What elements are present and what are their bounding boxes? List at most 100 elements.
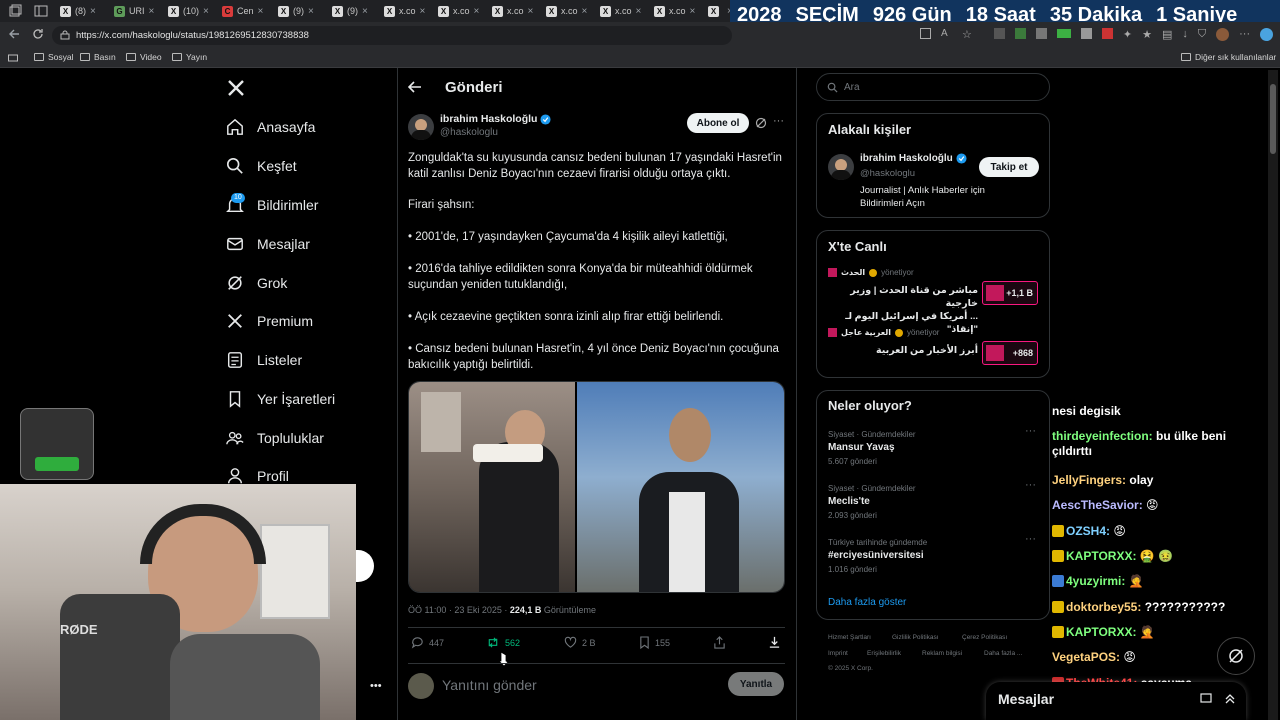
more-options-icon[interactable]: ••• <box>370 680 382 692</box>
extension-icon[interactable] <box>1014 28 1026 39</box>
browser-tab[interactable]: Xx.co × <box>596 2 645 20</box>
extension-icon[interactable] <box>1080 28 1092 39</box>
grok-icon[interactable] <box>755 117 767 129</box>
url-bar[interactable]: https://x.com/haskologlu/status/19812695… <box>52 26 732 45</box>
download-action[interactable] <box>768 636 781 649</box>
like-action[interactable]: 2 B <box>564 636 596 649</box>
browser-tab[interactable]: X (9) × <box>328 2 372 20</box>
close-tab-icon[interactable]: × <box>420 6 426 17</box>
live-listeners-chip[interactable]: +1,1 B <box>982 281 1038 305</box>
favorites-icon[interactable]: ★ <box>1142 28 1152 41</box>
avatar[interactable] <box>1216 28 1230 41</box>
bookmark-folder[interactable]: Sosyal <box>34 52 74 62</box>
messages-drawer[interactable]: Mesajlar <box>986 682 1246 720</box>
nav-item[interactable]: Yer İşaretleri <box>226 386 335 412</box>
browser-tab[interactable]: Xx.co × <box>488 2 537 20</box>
trend-more-icon[interactable]: ··· <box>1025 425 1036 437</box>
extension-icon[interactable] <box>1035 28 1047 39</box>
post-media[interactable] <box>408 381 785 593</box>
menu-icon[interactable]: ··· <box>1239 28 1250 41</box>
trend-more-icon[interactable]: ··· <box>1025 533 1036 545</box>
tab-actions-icon[interactable] <box>8 4 22 18</box>
subscribe-button[interactable]: Abone ol <box>687 113 749 133</box>
bookmark-action[interactable]: 155 <box>639 636 670 649</box>
puzzle-icon[interactable]: ✦ <box>1123 28 1132 41</box>
search-input[interactable]: Ara <box>816 73 1050 101</box>
repost-action[interactable]: 562 <box>486 636 520 649</box>
browser-tab[interactable]: X (9) × <box>274 2 318 20</box>
apps-icon[interactable] <box>920 28 931 39</box>
reply-input[interactable]: Yanıtını gönder <box>442 677 537 693</box>
compose-message-icon[interactable] <box>1200 692 1212 704</box>
close-tab-icon[interactable]: × <box>362 6 368 17</box>
browser-tab[interactable]: Xx.co × <box>380 2 429 20</box>
other-bookmarks[interactable]: Diğer sık kullanılanlar <box>1181 52 1276 62</box>
star-icon[interactable]: ☆ <box>962 28 972 41</box>
nav-item[interactable]: Topluluklar <box>226 425 324 451</box>
nav-item[interactable]: Grok <box>226 270 287 296</box>
collections-icon[interactable]: ▤ <box>1162 28 1172 41</box>
browser-tab[interactable]: G URI × <box>110 2 158 20</box>
live-host-row[interactable]: العربية عاجل yönetiyor <box>828 328 939 337</box>
close-tab-icon[interactable]: × <box>258 6 264 17</box>
nav-item[interactable]: 10 Bildirimler <box>226 192 318 218</box>
vertical-tabs-icon[interactable] <box>34 4 48 18</box>
nav-item[interactable]: Premium <box>226 308 313 334</box>
nav-item[interactable]: Anasayfa <box>226 114 315 140</box>
browser-tab[interactable]: X (10) × <box>164 2 213 20</box>
author-avatar[interactable] <box>408 114 434 140</box>
close-tab-icon[interactable]: × <box>474 6 480 17</box>
author-name-row[interactable]: ibrahim Haskoloğlu <box>440 113 551 125</box>
downloads-icon[interactable]: ↓ <box>1182 28 1188 41</box>
back-icon[interactable] <box>8 28 20 40</box>
live-host-row[interactable]: الحدث yönetiyor <box>828 268 914 277</box>
footer-link[interactable]: Erişilebilirlik <box>867 650 901 657</box>
page-scrollbar[interactable] <box>1268 70 1278 720</box>
grok-float-button[interactable] <box>1217 637 1255 675</box>
browser-tab[interactable]: Xx.co × <box>542 2 591 20</box>
browser-tab[interactable]: Xx.co × <box>650 2 699 20</box>
copilot-icon[interactable] <box>1260 28 1274 41</box>
footer-link[interactable]: Hizmet Şartları <box>828 634 871 641</box>
post-timestamp[interactable]: ÖÖ 11:00 · 23 Eki 2025 · <box>408 605 510 615</box>
reply-button[interactable]: Yanıtla <box>728 672 784 696</box>
footer-link[interactable]: Reklam bilgisi <box>922 650 962 657</box>
show-more-link[interactable]: Daha fazla göster <box>828 597 906 608</box>
footer-link[interactable]: Daha fazla ... <box>984 650 1022 657</box>
related-avatar[interactable] <box>828 154 854 180</box>
chevron-up-icon[interactable] <box>1224 692 1236 704</box>
extension-icon[interactable] <box>1056 29 1071 38</box>
live-description[interactable]: أبرز الأخبار من العربية <box>828 344 978 357</box>
trend-name[interactable]: Mansur Yavaş <box>828 442 895 453</box>
footer-link[interactable]: Çerez Politikası <box>962 634 1007 641</box>
post-more-icon[interactable]: ··· <box>773 115 784 127</box>
close-tab-icon[interactable]: × <box>582 6 588 17</box>
footer-link[interactable]: Gizlilik Politikası <box>892 634 939 641</box>
close-tab-icon[interactable]: × <box>203 6 209 17</box>
reload-icon[interactable] <box>32 28 44 40</box>
bookmark-folder[interactable]: Video <box>126 52 162 62</box>
bookmark-folder[interactable]: Yayın <box>172 52 207 62</box>
nav-item[interactable]: Mesajlar <box>226 231 310 257</box>
post-photo-right[interactable] <box>577 382 784 592</box>
back-arrow-icon[interactable] <box>408 81 422 93</box>
reply-action[interactable]: 447 <box>411 636 444 649</box>
close-tab-icon[interactable]: × <box>308 6 314 17</box>
bookmarks-icon[interactable] <box>8 53 18 63</box>
follow-button[interactable]: Takip et <box>979 157 1039 177</box>
footer-link[interactable]: Imprint <box>828 650 848 657</box>
site-info-icon[interactable] <box>60 30 70 40</box>
browser-tab[interactable]: Xx.co × <box>434 2 483 20</box>
extension-icon[interactable] <box>993 28 1005 39</box>
share-action[interactable] <box>713 636 726 649</box>
x-logo-icon[interactable] <box>226 78 246 98</box>
live-listeners-chip[interactable]: +868 <box>982 341 1038 365</box>
trend-name[interactable]: #erciyesüniversitesi <box>828 550 924 561</box>
close-tab-icon[interactable]: × <box>690 6 696 17</box>
bookmark-folder[interactable]: Basın <box>80 52 116 62</box>
scrollbar-thumb[interactable] <box>1270 84 1276 154</box>
post-photo-left[interactable] <box>409 382 575 592</box>
nav-item[interactable]: Keşfet <box>226 153 297 179</box>
trend-name[interactable]: Meclis'te <box>828 496 870 507</box>
close-tab-icon[interactable]: × <box>636 6 642 17</box>
